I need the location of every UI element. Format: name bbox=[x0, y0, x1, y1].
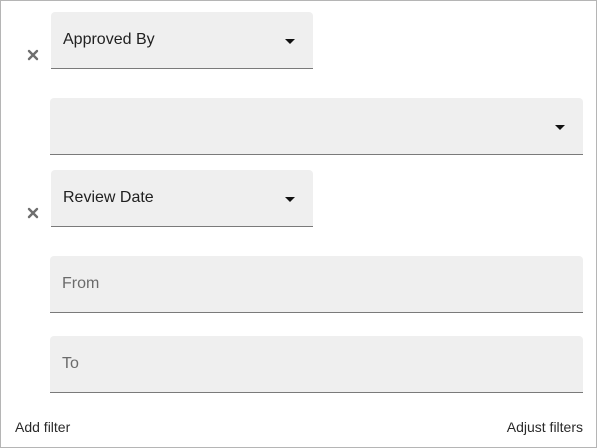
adjust-filters-button[interactable]: Adjust filters bbox=[507, 419, 583, 435]
filter-panel: Approved By Review Date From To Add filt… bbox=[0, 0, 597, 448]
from-date-input[interactable]: From bbox=[50, 256, 583, 313]
caret-down-icon bbox=[285, 197, 295, 202]
close-icon bbox=[27, 207, 39, 219]
filter-value-select-1[interactable] bbox=[50, 98, 583, 155]
remove-filter-review-date[interactable] bbox=[25, 205, 41, 221]
filter-field-value: Approved By bbox=[63, 31, 155, 48]
filter-field-select-1[interactable]: Approved By bbox=[51, 12, 313, 69]
to-placeholder: To bbox=[62, 355, 79, 372]
filter-field-select-2[interactable]: Review Date bbox=[51, 170, 313, 227]
add-filter-button[interactable]: Add filter bbox=[15, 419, 70, 435]
to-date-input[interactable]: To bbox=[50, 336, 583, 393]
close-icon bbox=[27, 49, 39, 61]
caret-down-icon bbox=[285, 39, 295, 44]
remove-filter-approved-by[interactable] bbox=[25, 47, 41, 63]
filter-field-value: Review Date bbox=[63, 189, 154, 206]
from-placeholder: From bbox=[62, 275, 100, 292]
caret-down-icon bbox=[555, 125, 565, 130]
